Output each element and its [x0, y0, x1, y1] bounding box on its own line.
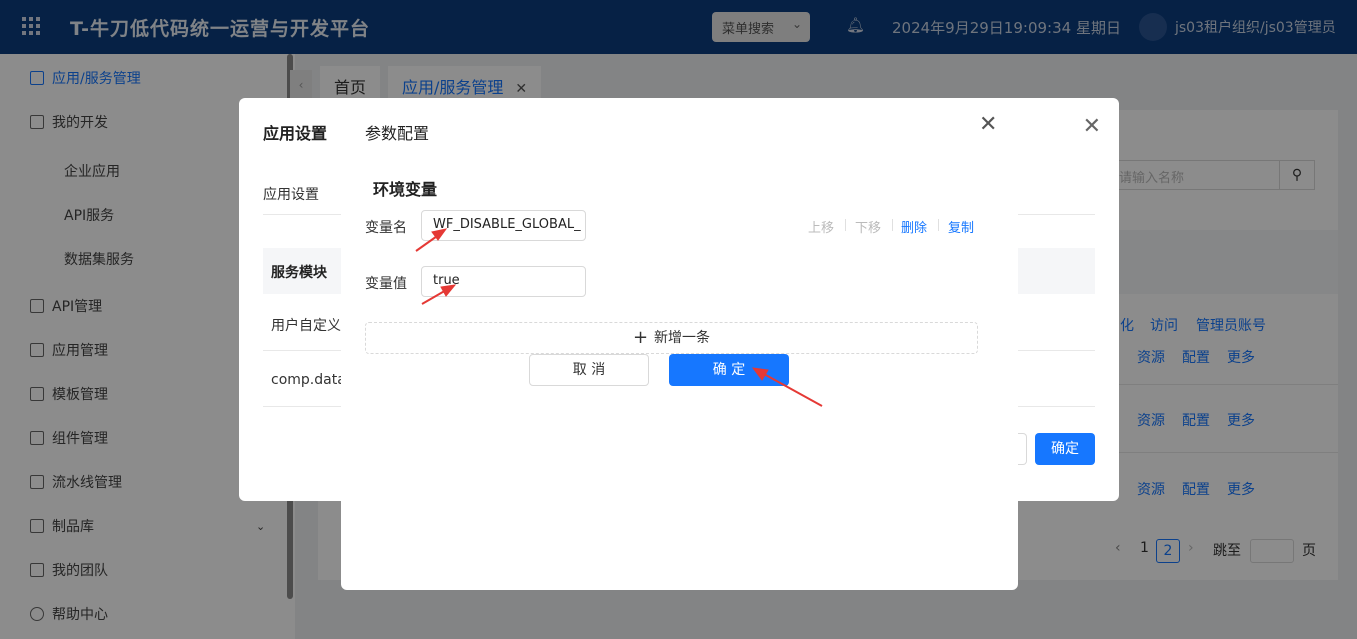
close-icon[interactable]: ✕	[979, 112, 997, 137]
add-row-button[interactable]: + 新增一条	[365, 322, 978, 354]
close-icon[interactable]: ✕	[1083, 114, 1101, 139]
confirm-button[interactable]: 确定	[1035, 433, 1095, 465]
section-label: 应用设置	[263, 187, 319, 203]
divider	[845, 219, 846, 231]
var-name-label: 变量名	[365, 220, 407, 236]
add-row-label: 新增一条	[654, 330, 711, 346]
cancel-button[interactable]: 取 消	[529, 354, 649, 386]
var-value-label: 变量值	[365, 276, 407, 292]
move-up-button[interactable]: 上移	[808, 217, 834, 236]
param-config-dialog: 参数配置 ✕ 环境变量 变量名 WF_DISABLE_GLOBAL_ 上移 下移…	[341, 98, 1018, 590]
copy-button[interactable]: 复制	[948, 217, 974, 236]
table-cell: 用户自定义	[271, 318, 341, 334]
dialog-title: 应用设置	[263, 124, 328, 143]
confirm-button[interactable]: 确 定	[669, 354, 789, 386]
dialog-title: 参数配置	[365, 124, 430, 143]
move-down-button[interactable]: 下移	[855, 217, 881, 236]
divider	[892, 219, 893, 231]
var-name-input[interactable]: WF_DISABLE_GLOBAL_	[421, 210, 586, 241]
column-header-module: 服务模块	[271, 265, 327, 281]
plus-icon: +	[632, 327, 649, 348]
var-value-input[interactable]: true	[421, 266, 586, 297]
divider	[938, 219, 939, 231]
delete-button[interactable]: 删除	[901, 217, 927, 236]
env-section-title: 环境变量	[373, 180, 438, 199]
